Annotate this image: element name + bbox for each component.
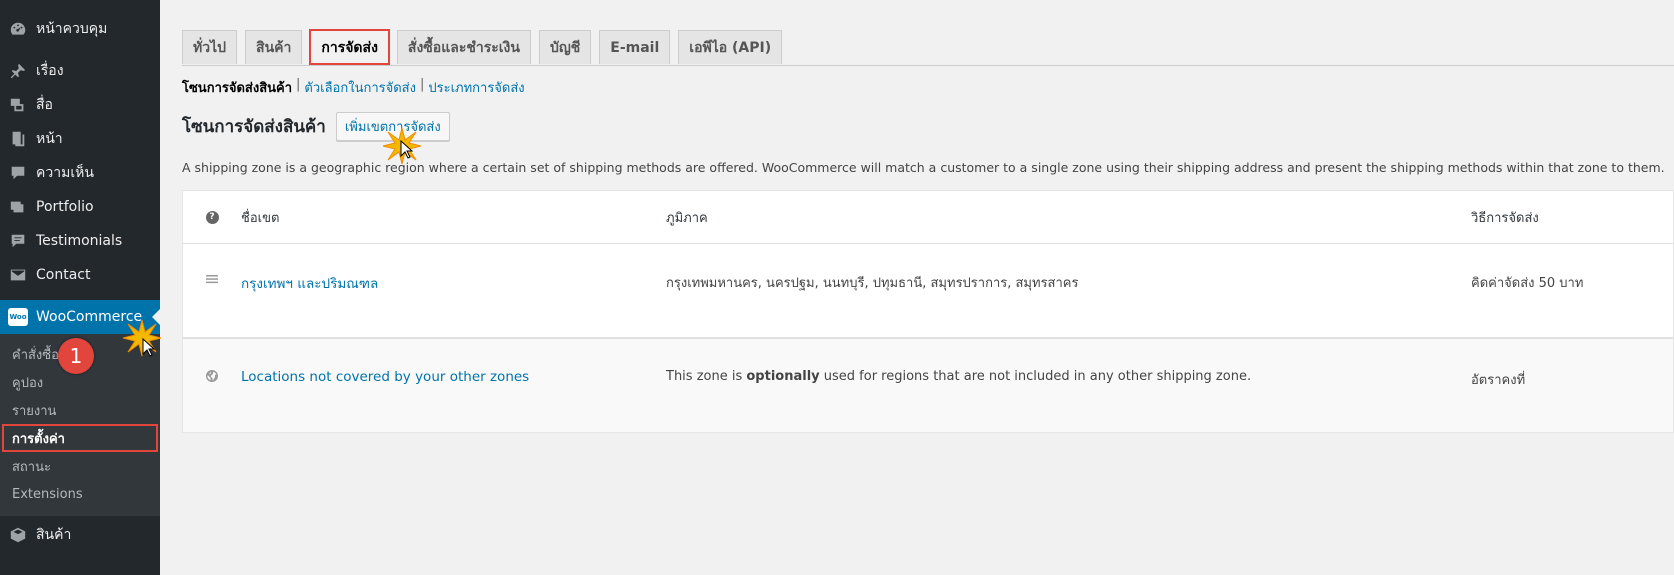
menu-item-testimonials[interactable]: Testimonials xyxy=(0,224,160,258)
mouse-cursor-icon xyxy=(400,139,414,164)
dashboard-icon xyxy=(8,19,28,39)
table-row: กรุงเทพฯ และปริมณฑล กรุงเทพมหานคร, นครปฐ… xyxy=(183,244,1673,338)
menu-item-portfolio[interactable]: Portfolio xyxy=(0,190,160,224)
mail-icon xyxy=(8,265,28,285)
subsection-zones[interactable]: โซนการจัดส่งสินค้า xyxy=(182,77,292,98)
tab-products[interactable]: สินค้า xyxy=(245,30,303,64)
box-icon xyxy=(8,525,28,545)
admin-sidebar: หน้าควบคุม เรื่อง สื่อ หน้า ความเห็น Por… xyxy=(0,0,160,575)
separator: | xyxy=(296,77,301,92)
step-badge: 1 xyxy=(58,338,94,374)
shipping-subsections: โซนการจัดส่งสินค้า | ตัวเลือกในการจัดส่ง… xyxy=(182,77,525,98)
zone-region: This zone is optionally used for regions… xyxy=(666,369,1252,384)
menu-item-posts[interactable]: เรื่อง xyxy=(0,54,160,88)
menu-label: เรื่อง xyxy=(36,63,64,79)
menu-label: สื่อ xyxy=(36,97,53,113)
portfolio-icon xyxy=(8,197,28,217)
menu-label: หน้า xyxy=(36,131,63,147)
pin-icon xyxy=(8,61,28,81)
tab-shipping[interactable]: การจัดส่ง xyxy=(309,29,390,65)
globe-icon xyxy=(205,369,219,387)
tab-email[interactable]: E-mail xyxy=(599,30,671,64)
testimonial-icon xyxy=(8,231,28,251)
menu-label: ความเห็น xyxy=(36,165,94,181)
menu-item-media[interactable]: สื่อ xyxy=(0,88,160,122)
subsection-options[interactable]: ตัวเลือกในการจัดส่ง xyxy=(304,77,416,98)
page-title: โซนการจัดส่งสินค้า xyxy=(182,117,326,137)
comment-icon xyxy=(8,163,28,183)
tab-general[interactable]: ทั่วไป xyxy=(182,30,238,64)
settings-tabs: ทั่วไป สินค้า การจัดส่ง สั่งซื้อและชำระเ… xyxy=(182,29,790,65)
media-icon xyxy=(8,95,28,115)
subsection-classes[interactable]: ประเภทการจัดส่ง xyxy=(428,77,524,98)
tabs-divider xyxy=(182,65,1674,66)
tab-accounts[interactable]: บัญชี xyxy=(538,30,592,64)
mouse-cursor-icon xyxy=(142,337,156,362)
separator: | xyxy=(419,77,425,92)
zone-name-link[interactable]: กรุงเทพฯ และปริมณฑล xyxy=(241,272,666,294)
drag-handle-icon[interactable] xyxy=(205,272,219,290)
menu-item-dashboard[interactable]: หน้าควบคุม xyxy=(0,12,160,46)
table-row: Locations not covered by your other zone… xyxy=(183,338,1673,432)
menu-item-comments[interactable]: ความเห็น xyxy=(0,156,160,190)
table-header: ? ชื่อเขต ภูมิภาค วิธีการจัดส่ง xyxy=(183,191,1673,244)
woocommerce-icon: Woo xyxy=(8,308,28,326)
menu-item-products[interactable]: สินค้า xyxy=(0,518,160,552)
menu-label: Testimonials xyxy=(36,233,123,249)
column-zone-name: ชื่อเขต xyxy=(241,210,280,226)
shipping-zones-table: ? ชื่อเขต ภูมิภาค วิธีการจัดส่ง กรุงเทพฯ… xyxy=(182,190,1674,433)
menu-item-pages[interactable]: หน้า xyxy=(0,122,160,156)
tab-checkout[interactable]: สั่งซื้อและชำระเงิน xyxy=(396,30,531,64)
menu-label: หน้าควบคุม xyxy=(36,21,108,37)
submenu-settings[interactable]: การตั้งค่า xyxy=(2,424,158,452)
menu-item-contact[interactable]: Contact xyxy=(0,258,160,292)
submenu-reports[interactable]: รายงาน xyxy=(0,396,160,424)
main-content: ทั่วไป สินค้า การจัดส่ง สั่งซื้อและชำระเ… xyxy=(160,0,1674,575)
page-icon xyxy=(8,129,28,149)
menu-label: Contact xyxy=(36,267,91,283)
help-icon[interactable]: ? xyxy=(205,210,219,224)
zone-region: กรุงเทพมหานคร, นครปฐม, นนทบุรี, ปทุมธานี… xyxy=(666,276,1079,291)
submenu-status[interactable]: สถานะ xyxy=(0,452,160,480)
zone-methods: คิดค่าจัดส่ง 50 บาท xyxy=(1471,276,1584,291)
tab-api[interactable]: เอพีไอ (API) xyxy=(678,30,783,64)
submenu-extensions[interactable]: Extensions xyxy=(0,480,160,508)
menu-label: สินค้า xyxy=(36,527,72,543)
zone-name-link[interactable]: Locations not covered by your other zone… xyxy=(241,369,666,385)
zone-methods: อัตราคงที่ xyxy=(1471,373,1526,388)
column-shipping-methods: วิธีการจัดส่ง xyxy=(1471,210,1539,226)
menu-label: Portfolio xyxy=(36,199,94,215)
column-region: ภูมิภาค xyxy=(666,210,708,226)
